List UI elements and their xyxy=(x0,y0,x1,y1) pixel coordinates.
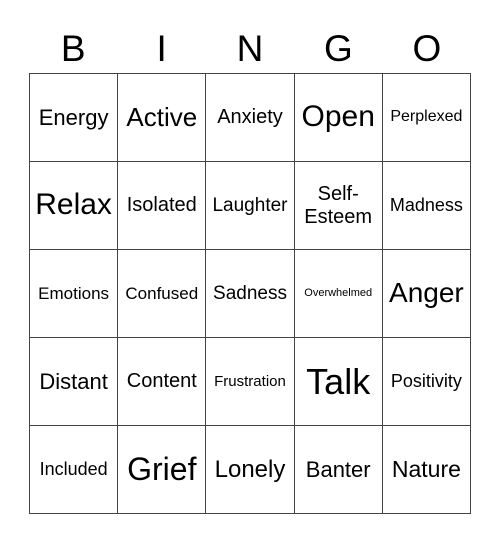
cell-label: Anger xyxy=(389,277,464,309)
cell-label: Positivity xyxy=(390,371,462,392)
header-letter-b: B xyxy=(60,28,86,69)
cell-label: Distant xyxy=(39,368,108,394)
bingo-cell[interactable]: Talk xyxy=(294,338,383,426)
cell-label: Perplexed xyxy=(390,108,463,126)
bingo-cell[interactable]: Included xyxy=(30,426,119,514)
bingo-cell[interactable]: Grief xyxy=(118,426,207,514)
header-letter-i: I xyxy=(156,28,167,69)
bingo-cell[interactable]: Nature xyxy=(382,426,471,514)
bingo-cell[interactable]: Content xyxy=(118,338,207,426)
cell-label: Included xyxy=(39,459,108,480)
bingo-cell[interactable]: Lonely xyxy=(206,426,295,514)
cell-label: Active xyxy=(126,101,198,132)
cell-label: Confused xyxy=(125,283,199,303)
cell-label: Grief xyxy=(127,451,197,488)
cell-label: Lonely xyxy=(214,455,286,483)
cell-label: Energy xyxy=(38,104,109,130)
bingo-cell[interactable]: Distant xyxy=(30,338,119,426)
bingo-cell[interactable]: Active xyxy=(118,74,207,162)
header-letter-g: G xyxy=(324,28,353,69)
cell-label: Relax xyxy=(35,188,112,222)
bingo-cell[interactable]: Isolated xyxy=(118,162,207,250)
bingo-cell[interactable]: Sadness xyxy=(206,250,295,338)
header-letter-n: N xyxy=(236,28,264,69)
cell-label: Emotions xyxy=(38,283,110,303)
bingo-cell[interactable]: Anger xyxy=(382,250,471,338)
cell-label: Talk xyxy=(306,360,371,402)
bingo-cell[interactable]: Anxiety xyxy=(206,74,295,162)
cell-label: Banter xyxy=(305,456,371,482)
cell-label: Nature xyxy=(391,456,461,483)
cell-label: Content xyxy=(126,370,197,392)
bingo-cell[interactable]: Perplexed xyxy=(382,74,471,162)
bingo-cell[interactable]: Confused xyxy=(118,250,207,338)
bingo-cell[interactable]: Open xyxy=(294,74,383,162)
cell-label: Open xyxy=(301,100,375,134)
cell-label: Madness xyxy=(389,195,463,216)
header-letter-o: O xyxy=(412,28,442,69)
bingo-cell[interactable]: Frustration xyxy=(206,338,295,426)
bingo-cell[interactable]: Emotions xyxy=(30,250,119,338)
cell-label: Sadness xyxy=(213,282,287,304)
bingo-cell[interactable]: Banter xyxy=(294,426,383,514)
bingo-cell[interactable]: Energy xyxy=(30,74,119,162)
cell-label: Isolated xyxy=(126,194,197,216)
bingo-cell[interactable]: Relax xyxy=(30,162,119,250)
cell-label: Overwhelmed xyxy=(304,287,373,300)
cell-label: Frustration xyxy=(214,372,286,390)
bingo-grid: Energy Active Anxiety Open Perplexed Relax Iso… xyxy=(29,73,471,514)
cell-label: Self- Esteem xyxy=(304,182,373,228)
cell-label: Anxiety xyxy=(217,106,283,128)
bingo-cell[interactable]: Self- Esteem xyxy=(294,162,383,250)
bingo-cell[interactable]: Madness xyxy=(382,162,471,250)
cell-label: Laughter xyxy=(212,194,288,216)
bingo-cell[interactable]: Laughter xyxy=(206,162,295,250)
bingo-cell[interactable]: Positivity xyxy=(382,338,471,426)
bingo-header: B I N G O xyxy=(29,26,471,72)
bingo-cell[interactable]: Overwhelmed xyxy=(294,250,383,338)
